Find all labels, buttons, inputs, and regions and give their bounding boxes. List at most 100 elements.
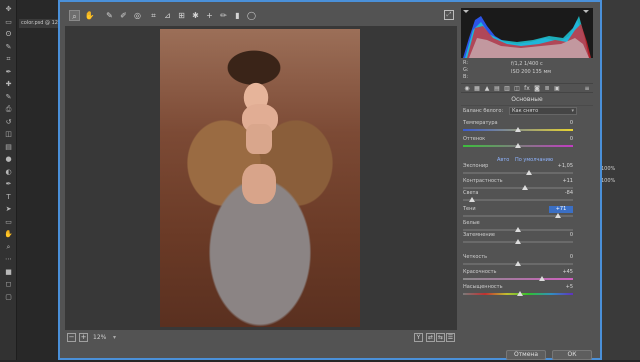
path-select-icon[interactable]: ➤ [4, 206, 13, 213]
preview-prefs-icon[interactable]: ☰ [446, 333, 455, 342]
stamp-icon[interactable]: ⎙ [4, 106, 13, 113]
graduated-filter-icon[interactable]: ▮ [232, 10, 243, 21]
slider-label: Четкость [463, 254, 488, 260]
slider-track[interactable] [463, 199, 573, 201]
radial-filter-icon[interactable]: ◯ [246, 10, 257, 21]
slider-row: Экспонир +1,05 [461, 163, 593, 179]
effects-icon[interactable]: fx [523, 85, 531, 93]
shadow-clip-icon[interactable] [463, 10, 469, 16]
transform-tool-icon[interactable]: ⊞ [176, 10, 187, 21]
white-balance-value: Как снято [512, 108, 539, 114]
slider-value[interactable]: +45 [549, 269, 573, 276]
split-toning-icon[interactable]: ▥ [503, 85, 511, 93]
detail-icon[interactable]: ▲ [483, 85, 491, 93]
swap-settings-icon[interactable]: ⇄ [426, 333, 435, 342]
type-icon[interactable]: T [4, 193, 13, 201]
slider-label: Температура [463, 120, 498, 126]
snapshots-icon[interactable]: ▣ [553, 85, 561, 93]
white-balance-label: Баланс белого: [463, 108, 504, 114]
panel-title: Основные [511, 96, 543, 103]
marquee-icon[interactable]: ▭ [4, 18, 13, 26]
white-balance-select[interactable]: Как снято ▾ [509, 107, 577, 115]
slider-thumb[interactable] [517, 291, 524, 296]
zoom-out-button[interactable]: − [67, 333, 76, 342]
highlight-clip-icon[interactable] [583, 10, 589, 16]
zoom-dropdown-caret[interactable]: ▾ [113, 333, 116, 342]
targeted-adjust-icon[interactable]: ◎ [132, 10, 143, 21]
slider-thumb[interactable] [515, 261, 521, 266]
screen-mode-icon[interactable]: ▢ [4, 293, 13, 301]
quick-select-icon[interactable]: ✎ [4, 43, 13, 51]
zoom-level[interactable]: 12% [93, 333, 106, 342]
crop-tool-icon[interactable]: ⌗ [148, 10, 159, 21]
crop-icon[interactable]: ⌗ [4, 56, 13, 63]
more-icon[interactable]: ⋯ [4, 256, 13, 263]
color-sampler-icon[interactable]: ✐ [118, 10, 129, 21]
slider-thumb[interactable] [515, 127, 521, 132]
slider-thumb[interactable] [468, 197, 475, 202]
slider-value[interactable]: 0 [549, 120, 573, 127]
panel-tabs: ◉ ▦ ▲ ▤ ▥ ◫ fx ◙ ≣ ▣ ≡ [461, 83, 593, 93]
healing-icon[interactable]: ✚ [4, 81, 13, 88]
dodge-icon[interactable]: ◐ [4, 168, 13, 176]
red-eye-icon[interactable]: + [204, 10, 215, 21]
zoom-icon[interactable]: ⌕ [4, 243, 13, 251]
slider-thumb[interactable] [526, 170, 532, 175]
pen-icon[interactable]: ✒ [4, 181, 13, 188]
basic-tab-icon[interactable]: ◉ [463, 85, 471, 93]
image-preview[interactable] [65, 26, 457, 330]
document-tab[interactable]: color.psd @ 12 [19, 19, 63, 28]
slider-value[interactable]: -84 [549, 190, 573, 197]
white-balance-tool-icon[interactable]: ✎ [104, 10, 115, 21]
hand-tool-icon[interactable]: ✋ [84, 10, 95, 21]
slider-thumb[interactable] [554, 213, 561, 218]
slider-value[interactable]: 0 [549, 254, 573, 261]
slider-track[interactable] [463, 278, 573, 280]
blur-icon[interactable]: ● [4, 156, 13, 163]
slider-track[interactable] [463, 187, 573, 189]
hsl-icon[interactable]: ▤ [493, 85, 501, 93]
eyedropper-icon[interactable]: ✒ [4, 68, 13, 76]
slider-value[interactable]: 0 [549, 136, 573, 143]
spot-removal-icon[interactable]: ✱ [190, 10, 201, 21]
slider-track[interactable] [463, 172, 573, 174]
eraser-icon[interactable]: ◫ [4, 131, 13, 138]
adjustment-brush-icon[interactable]: ✏ [218, 10, 229, 21]
default-link[interactable]: По умолчанию [515, 157, 553, 163]
gradient-icon[interactable]: ▤ [4, 143, 13, 151]
brush-icon[interactable]: ✎ [4, 93, 13, 101]
slider-value[interactable]: +71 [549, 206, 573, 213]
tone-curve-icon[interactable]: ▦ [473, 85, 481, 93]
straighten-tool-icon[interactable]: ⊿ [162, 10, 173, 21]
zoom-in-button[interactable]: + [79, 333, 88, 342]
ok-button[interactable]: ОК [552, 350, 592, 360]
slider-thumb[interactable] [539, 276, 546, 281]
panel-menu-icon[interactable]: ≡ [583, 85, 591, 93]
image-info: R: G: B: f/1,2 1/400 с ISO 200 135 мм [461, 60, 593, 82]
before-after-y-icon[interactable]: Y [414, 333, 423, 342]
fullscreen-icon[interactable]: ⤢ [444, 10, 454, 20]
auto-link[interactable]: Авто [497, 157, 509, 163]
mask-icon[interactable]: ◻ [4, 281, 13, 288]
lasso-icon[interactable]: ʘ [4, 31, 13, 38]
slider-value[interactable]: +1,05 [549, 163, 573, 170]
slider-thumb[interactable] [515, 239, 521, 244]
move-icon[interactable]: ✥ [4, 6, 13, 13]
slider-value[interactable]: 0 [549, 232, 573, 239]
slider-value[interactable]: +11 [549, 178, 573, 185]
slider-thumb[interactable] [515, 143, 521, 148]
slider-value[interactable]: +5 [549, 284, 573, 291]
history-icon[interactable]: ↺ [4, 118, 13, 126]
hand-icon[interactable]: ✋ [4, 231, 13, 238]
panel-percent-2: 100% [601, 178, 616, 184]
colors-icon[interactable]: ■ [4, 268, 13, 276]
shape-icon[interactable]: ▭ [4, 218, 13, 226]
lens-icon[interactable]: ◫ [513, 85, 521, 93]
copy-settings-icon[interactable]: ⇆ [436, 333, 445, 342]
presets-icon[interactable]: ≣ [543, 85, 551, 93]
zoom-tool-icon[interactable]: ⌕ [69, 10, 80, 21]
slider-label: Тени [463, 206, 476, 212]
camera-calibration-icon[interactable]: ◙ [533, 85, 541, 93]
histogram-graph [463, 16, 591, 58]
cancel-button[interactable]: Отмена [506, 350, 546, 360]
